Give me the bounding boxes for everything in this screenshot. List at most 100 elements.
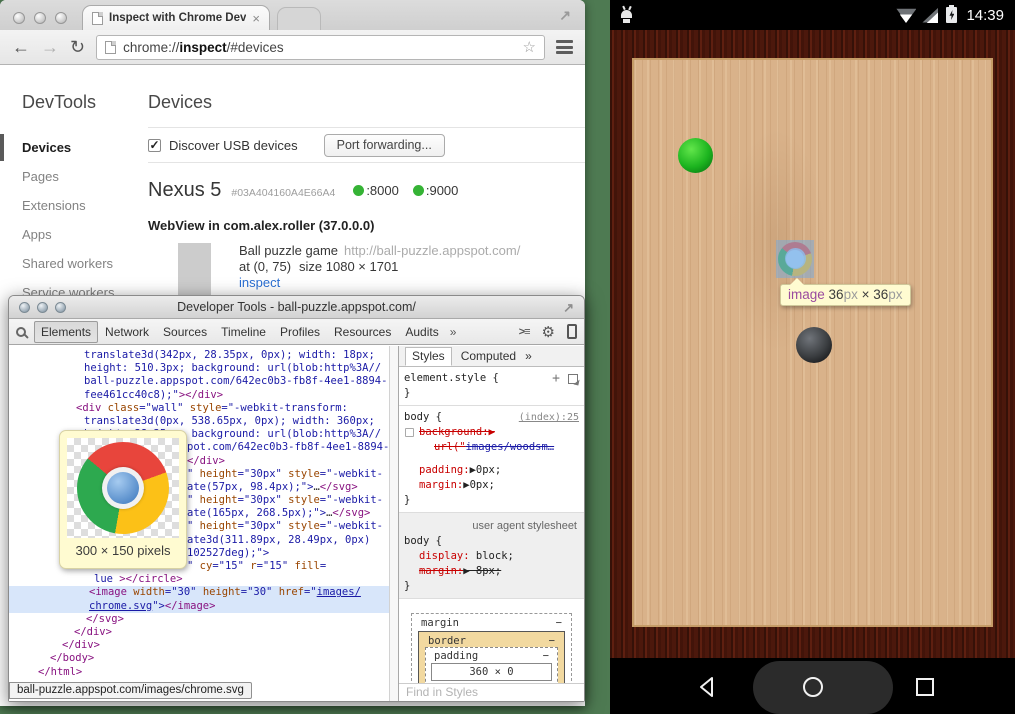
- code-line[interactable]: translate3d(0px, 538.65px, 0px); width: …: [9, 415, 389, 428]
- green-ball[interactable]: [678, 138, 713, 173]
- window-expand-icon[interactable]: ↗: [559, 7, 571, 24]
- device-header: Nexus 5 #03A404160A4E66A4 :8000 :9000: [148, 179, 585, 202]
- transparency-checkerboard: [67, 438, 179, 538]
- code-line[interactable]: translate3d(342px, 28.35px, 0px); width:…: [9, 349, 389, 362]
- element-style-rule[interactable]: element.style { } +: [399, 367, 584, 406]
- styles-pane: Styles Computed » element.style { } + body…: [398, 346, 584, 701]
- inspect-element-icon[interactable]: [568, 374, 578, 384]
- sidebar-item[interactable]: Pages: [0, 162, 148, 191]
- devtools-tab[interactable]: Timeline: [214, 321, 273, 343]
- window-close-button[interactable]: [13, 12, 25, 24]
- code-line[interactable]: lue ></circle>: [9, 573, 389, 586]
- url-bar[interactable]: chrome://inspect/#devices ☆: [96, 35, 545, 60]
- new-tab-button[interactable]: [277, 7, 321, 30]
- styles-pane-tab[interactable]: »: [525, 349, 532, 363]
- devtools-tab[interactable]: Audits: [398, 321, 445, 343]
- box-model-content-size: 360 × 0: [431, 663, 552, 681]
- user-agent-style-rule[interactable]: user agent stylesheet body { display: bl…: [399, 513, 584, 599]
- devtools-window-controls[interactable]: [19, 302, 66, 313]
- page-title: Devices: [148, 92, 585, 113]
- page-thumbnail: [178, 243, 211, 297]
- sidebar-item[interactable]: Extensions: [0, 191, 148, 220]
- code-line[interactable]: ball-puzzle.appspot.com/642ec0b3-fb8f-4e…: [9, 375, 389, 388]
- webview-title: WebView in com.alex.roller (37.0.0.0): [148, 218, 585, 233]
- scrollbar[interactable]: [389, 346, 398, 701]
- devtools-tab[interactable]: Elements: [34, 321, 98, 343]
- chrome-image-element-highlighted[interactable]: [776, 240, 814, 278]
- settings-gear-icon[interactable]: ⚙: [542, 323, 555, 341]
- body-style-rule[interactable]: body {(index):25 background:▶ url("image…: [399, 406, 584, 513]
- browser-tab[interactable]: Inspect with Chrome Devel ×: [82, 5, 270, 30]
- page-url: http://ball-puzzle.appspot.com/: [344, 243, 520, 258]
- code-line[interactable]: </body>: [9, 652, 389, 665]
- search-icon[interactable]: [16, 327, 26, 337]
- devtools-tab[interactable]: Resources: [327, 321, 398, 343]
- device-serial: #03A404160A4E66A4: [231, 187, 335, 199]
- url-text[interactable]: chrome://inspect/#devices: [123, 40, 284, 55]
- element-dimensions-tooltip: image 36px × 36px: [780, 284, 911, 306]
- usb-debugging-icon: [621, 10, 632, 18]
- home-button[interactable]: [800, 674, 826, 700]
- image-url-link[interactable]: images/woodsm…: [466, 441, 555, 453]
- discover-usb-label: Discover USB devices: [169, 138, 298, 153]
- device-mode-icon[interactable]: [567, 324, 577, 339]
- page-size: size 1080 × 1701: [299, 259, 398, 274]
- devtools-titlebar[interactable]: Developer Tools - ball-puzzle.appspot.co…: [9, 296, 584, 319]
- code-line[interactable]: </svg>: [9, 613, 389, 626]
- recents-button[interactable]: [912, 674, 938, 700]
- port-forwarding-button[interactable]: Port forwarding...: [324, 134, 445, 157]
- window-zoom-button[interactable]: [55, 302, 66, 313]
- window-zoom-button[interactable]: [55, 12, 67, 24]
- code-line[interactable]: </html>: [9, 666, 389, 679]
- stylesheet-source-link[interactable]: (index):25: [519, 410, 579, 425]
- bookmark-star-icon[interactable]: ☆: [523, 38, 536, 56]
- find-in-styles-input[interactable]: Find in Styles: [399, 683, 584, 701]
- browser-menu-icon[interactable]: [556, 40, 573, 54]
- webview-page-row: Ball puzzle gamehttp://ball-puzzle.appsp…: [148, 243, 585, 297]
- dark-ball[interactable]: [796, 327, 832, 363]
- code-line[interactable]: <image width="30" height="30" href="imag…: [9, 586, 389, 599]
- property-checkbox[interactable]: [405, 428, 414, 437]
- port-badges: :8000 :9000: [353, 183, 458, 198]
- sidebar-item[interactable]: Apps: [0, 220, 148, 249]
- code-line[interactable]: height: 510.3px; background: url(blob:ht…: [9, 362, 389, 375]
- styles-pane-tab[interactable]: Styles: [405, 347, 452, 366]
- window-close-button[interactable]: [19, 302, 30, 313]
- battery-charging-icon: [946, 7, 957, 23]
- back-button[interactable]: ←: [12, 38, 30, 56]
- code-line[interactable]: <div class="wall" style="-webkit-transfo…: [9, 402, 389, 415]
- reload-button[interactable]: ↻: [70, 38, 85, 56]
- sidebar-item[interactable]: Devices: [0, 133, 148, 162]
- inspect-link[interactable]: inspect: [239, 275, 280, 290]
- window-expand-icon[interactable]: ↗: [563, 297, 574, 319]
- tabs-overflow-chevron[interactable]: »: [446, 325, 461, 339]
- port-status-dot: [413, 185, 424, 196]
- window-minimize-button[interactable]: [37, 302, 48, 313]
- port-badge: :9000: [413, 183, 459, 198]
- game-board[interactable]: image 36px × 36px: [632, 58, 993, 627]
- tab-close-icon[interactable]: ×: [252, 11, 260, 26]
- port-badge: :8000: [353, 183, 399, 198]
- device-name: Nexus 5: [148, 179, 221, 202]
- sidebar-title: DevTools: [22, 92, 148, 113]
- code-line[interactable]: </div>: [9, 639, 389, 652]
- console-drawer-icon[interactable]: >≡: [519, 326, 530, 338]
- discover-usb-checkbox[interactable]: ✓: [148, 139, 161, 152]
- code-line[interactable]: fee461cc40c8);"></div>: [9, 389, 389, 402]
- user-agent-label: user agent stylesheet: [404, 517, 579, 534]
- devtools-tab[interactable]: Profiles: [273, 321, 327, 343]
- status-clock: 14:39: [966, 7, 1004, 24]
- sidebar-item[interactable]: Shared workers: [0, 249, 148, 278]
- code-line[interactable]: chrome.svg"></image>: [9, 600, 389, 613]
- window-controls[interactable]: [13, 12, 67, 24]
- back-button[interactable]: [694, 674, 720, 700]
- code-line[interactable]: </div>: [9, 626, 389, 639]
- styles-pane-tab[interactable]: Computed: [461, 349, 516, 363]
- devtools-tab[interactable]: Network: [98, 321, 156, 343]
- devtools-tab[interactable]: Sources: [156, 321, 214, 343]
- forward-button[interactable]: →: [41, 38, 59, 56]
- cellular-signal-icon: [922, 8, 938, 23]
- window-minimize-button[interactable]: [34, 12, 46, 24]
- inspect-content-highlight: [785, 248, 806, 269]
- new-style-rule-icon[interactable]: +: [552, 371, 560, 386]
